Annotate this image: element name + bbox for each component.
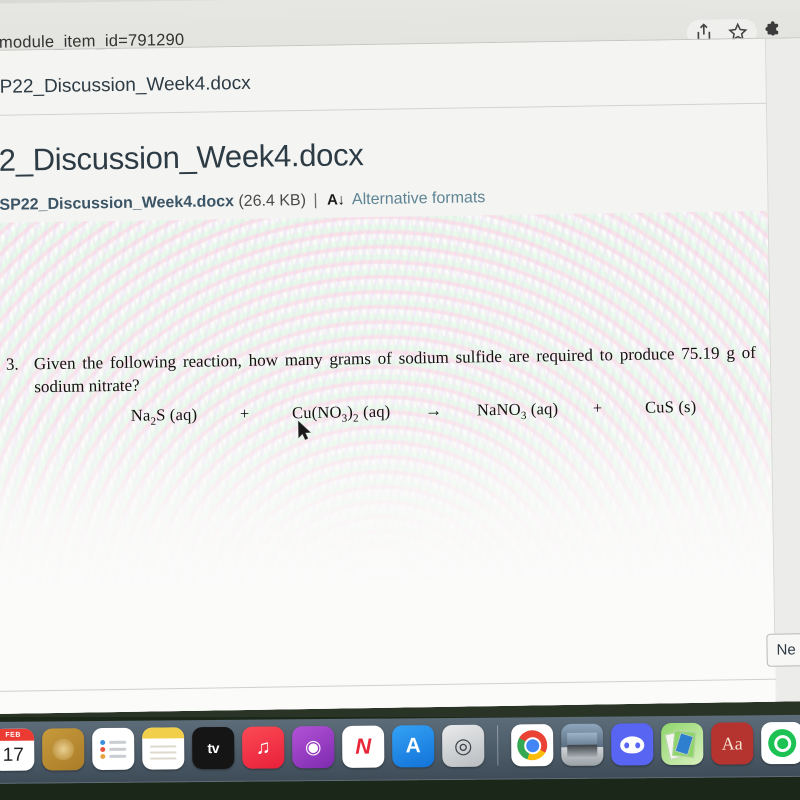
meta-separator: | bbox=[313, 191, 318, 209]
file-size: (26.4 KB) bbox=[238, 192, 307, 211]
dock-separator bbox=[497, 725, 499, 766]
apple-tv-icon: tv bbox=[207, 739, 220, 757]
scanline-pattern bbox=[0, 210, 776, 714]
dock-item-music[interactable]: ♫ bbox=[242, 726, 285, 769]
discord-icon bbox=[620, 735, 645, 753]
moire-pattern bbox=[0, 210, 776, 714]
reminders-icon bbox=[100, 737, 127, 761]
dock-item-photos[interactable] bbox=[42, 728, 85, 771]
next-button[interactable]: Ne bbox=[766, 632, 800, 667]
product-copper-sulfide: CuS (s) bbox=[644, 396, 697, 417]
chemical-equation: Na2S (aq) + Cu(NO3)2 (aq) → NaNO3 (aq) +… bbox=[131, 397, 697, 428]
calendar-day: 17 bbox=[2, 744, 24, 766]
dock-item-podcasts[interactable]: ◉ bbox=[292, 725, 335, 769]
dock-item-notes[interactable] bbox=[142, 727, 185, 770]
alternative-formats-icon: A↓ bbox=[326, 191, 345, 209]
calendar-month: FEB bbox=[0, 728, 35, 741]
spotify-icon bbox=[768, 728, 797, 758]
question-number: 3. bbox=[5, 354, 19, 374]
dock-item-dictionary[interactable]: Aa bbox=[711, 722, 754, 765]
equation-plus-2: + bbox=[592, 398, 603, 418]
reaction-arrow: → bbox=[424, 400, 443, 421]
notes-lines bbox=[150, 745, 177, 763]
safari-compass-icon: ◎ bbox=[453, 734, 473, 758]
dock-item-spotify[interactable] bbox=[761, 721, 800, 765]
mouse-cursor bbox=[297, 420, 313, 447]
reactant-sodium-sulfide: Na2S (aq) bbox=[130, 404, 198, 428]
dock-item-app-store[interactable]: A bbox=[392, 725, 435, 768]
macos-dock: FEB 17 tv ♫ ◉ N A ◎ Aa bbox=[0, 714, 800, 784]
file-name-link[interactable]: SP22_Discussion_Week4.docx bbox=[0, 193, 234, 214]
dock-item-preview[interactable] bbox=[661, 722, 704, 766]
document-preview[interactable]: 3. Given the following reaction, how man… bbox=[0, 210, 776, 714]
dock-item-calendar[interactable]: FEB 17 bbox=[0, 728, 35, 771]
file-meta-row: SP22_Discussion_Week4.docx (26.4 KB) | A… bbox=[0, 189, 485, 215]
canvas-page: P22_Discussion_Week4.docx 2_Discussion_W… bbox=[0, 37, 800, 714]
news-icon: N bbox=[355, 733, 372, 759]
breadcrumb-file-name[interactable]: P22_Discussion_Week4.docx bbox=[0, 73, 251, 99]
question-row: 3. Given the following reaction, how man… bbox=[6, 341, 757, 400]
equation-plus-1: + bbox=[239, 403, 250, 424]
photos-icon bbox=[52, 738, 75, 761]
app-store-icon: A bbox=[405, 734, 421, 758]
screenshot-root: » Introduction to Balanci module_item_id… bbox=[0, 0, 800, 800]
dock-item-system-preferences[interactable] bbox=[561, 723, 604, 766]
music-note-icon: ♫ bbox=[255, 736, 271, 759]
question-block: 3. Given the following reaction, how man… bbox=[6, 341, 757, 400]
dock-items: FEB 17 tv ♫ ◉ N A ◎ Aa bbox=[0, 716, 800, 775]
system-preferences-icon bbox=[567, 733, 597, 757]
dock-item-reminders[interactable] bbox=[92, 727, 135, 771]
dock-item-apple-tv[interactable]: tv bbox=[192, 726, 235, 770]
dock-item-news[interactable]: N bbox=[342, 725, 385, 768]
chrome-icon bbox=[517, 730, 548, 761]
alternative-formats-link[interactable]: Alternative formats bbox=[352, 189, 486, 208]
dock-item-safari[interactable]: ◎ bbox=[442, 724, 485, 768]
dock-item-discord[interactable] bbox=[611, 723, 654, 766]
dock-item-chrome[interactable] bbox=[511, 724, 554, 767]
breadcrumb-separator bbox=[0, 102, 768, 116]
page-title: 2_Discussion_Week4.docx bbox=[0, 137, 364, 178]
podcasts-icon: ◉ bbox=[304, 736, 322, 758]
notes-icon bbox=[142, 727, 185, 739]
laptop-screen: » Introduction to Balanci module_item_id… bbox=[0, 0, 800, 714]
preview-icon bbox=[664, 729, 697, 761]
product-sodium-nitrate: NaNO3 (aq) bbox=[476, 399, 559, 422]
question-text: Given the following reaction, how many g… bbox=[33, 342, 757, 397]
dictionary-icon: Aa bbox=[721, 732, 743, 754]
sheet-fade-overlay bbox=[0, 210, 776, 714]
